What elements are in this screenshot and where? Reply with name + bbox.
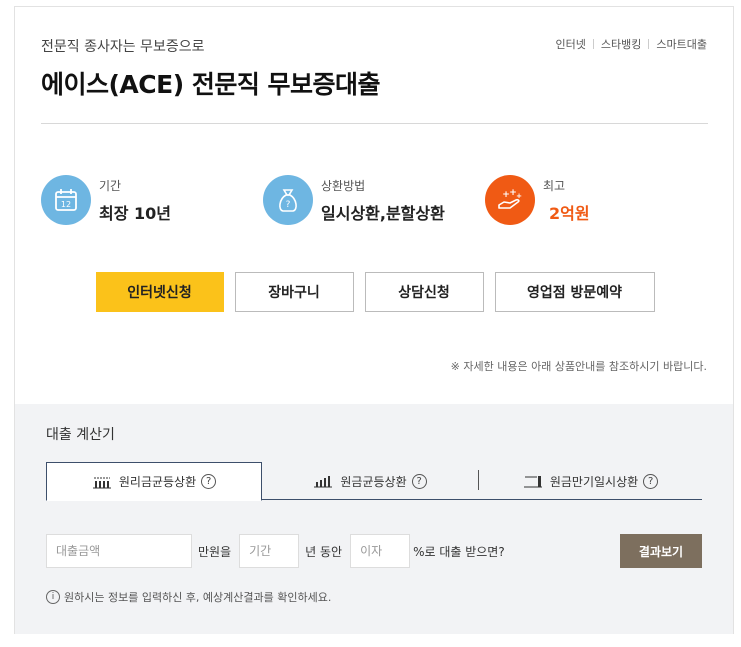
divider (648, 39, 650, 49)
svg-text:12: 12 (61, 200, 71, 209)
notice-text: ※ 자세한 내용은 아래 상품안내를 참조하시기 바랍니다. (450, 360, 707, 373)
divider (592, 39, 594, 49)
header-divider (41, 123, 708, 124)
tab-label: 원금균등상환 (340, 474, 407, 489)
loan-period-input[interactable] (239, 534, 300, 568)
rate-unit-label: %로 대출 받으면? (413, 544, 505, 559)
cart-button[interactable]: 장바구니 (234, 272, 354, 312)
max-value: 2억원 (549, 203, 590, 223)
max-label: 최고 (543, 178, 566, 193)
period-label: 기간 (99, 178, 122, 193)
tab-bullet-repayment[interactable]: 원금만기일시상환 ? (479, 462, 702, 500)
interest-rate-input[interactable] (350, 534, 411, 568)
svg-text:?: ? (286, 200, 291, 210)
link-internet[interactable]: 인터넷 (556, 36, 586, 52)
info-period: 12 기간 최장 10년 (41, 175, 171, 225)
action-buttons: 인터넷신청 장바구니 상담신청 영업점 방문예약 (15, 272, 735, 312)
tab-label: 원리금균등상환 (118, 475, 197, 489)
branch-visit-button[interactable]: 영업점 방문예약 (494, 272, 655, 312)
calculator-hint: i 원하시는 정보를 입력하신 후, 예상계산결과를 확인하세요. (46, 589, 331, 605)
loan-calculator: 대출 계산기 원리금균등상환 ? 원금균등상환 ? 원금만기일시상환 ? 대출금… (15, 404, 733, 634)
svg-text:+: + (516, 192, 522, 200)
info-icon: i (46, 590, 60, 604)
period-value: 최장 10년 (99, 203, 171, 223)
repayment-tabs: 원리금균등상환 ? 원금균등상환 ? 원금만기일시상환 ? (46, 462, 702, 501)
amount-unit-label: 만원을 (198, 544, 232, 559)
page-title: 에이스(ACE) 전문직 무보증대출 (41, 70, 381, 99)
chart-bars-icon (523, 476, 542, 488)
repay-value: 일시상환,분할상환 (321, 203, 445, 223)
help-icon[interactable]: ? (411, 473, 427, 489)
repay-label: 상환방법 (321, 178, 366, 193)
link-star-banking[interactable]: 스타뱅킹 (601, 36, 641, 52)
help-icon[interactable]: ? (201, 474, 217, 489)
link-smart-loan[interactable]: 스마트대출 (656, 36, 707, 52)
info-max: + + + 최고 2억원 (485, 175, 590, 225)
internet-apply-button[interactable]: 인터넷신청 (95, 272, 224, 312)
result-button[interactable]: 결과보기 (620, 534, 702, 568)
calculator-form: 만원을 년 동안 %로 대출 받으면? (46, 534, 513, 568)
calculator-title: 대출 계산기 (46, 427, 115, 443)
loan-amount-input[interactable] (46, 534, 192, 568)
tab-label: 원금만기일시상환 (549, 474, 639, 489)
info-repay: ? 상환방법 일시상환,분할상환 (263, 175, 445, 225)
calendar-icon: 12 (41, 175, 91, 225)
product-subtitle: 전문직 종사자는 무보증으로 (41, 39, 205, 55)
period-unit-label: 년 동안 (305, 544, 343, 559)
tab-equal-principal-interest[interactable]: 원리금균등상환 ? (46, 462, 262, 501)
money-bag-icon: ? (263, 175, 313, 225)
consult-button[interactable]: 상담신청 (364, 272, 484, 312)
hand-coins-icon: + + + (485, 175, 535, 225)
product-card: 전문직 종사자는 무보증으로 에이스(ACE) 전문직 무보증대출 인터넷 스타… (14, 6, 734, 634)
help-icon[interactable]: ? (643, 473, 659, 489)
hint-text: 원하시는 정보를 입력하신 후, 예상계산결과를 확인하세요. (64, 591, 332, 604)
chart-bars-icon (92, 477, 111, 488)
channel-links: 인터넷 스타뱅킹 스마트대출 (556, 36, 707, 52)
chart-bars-icon (314, 476, 333, 488)
tab-equal-principal[interactable]: 원금균등상환 ? (262, 462, 478, 500)
